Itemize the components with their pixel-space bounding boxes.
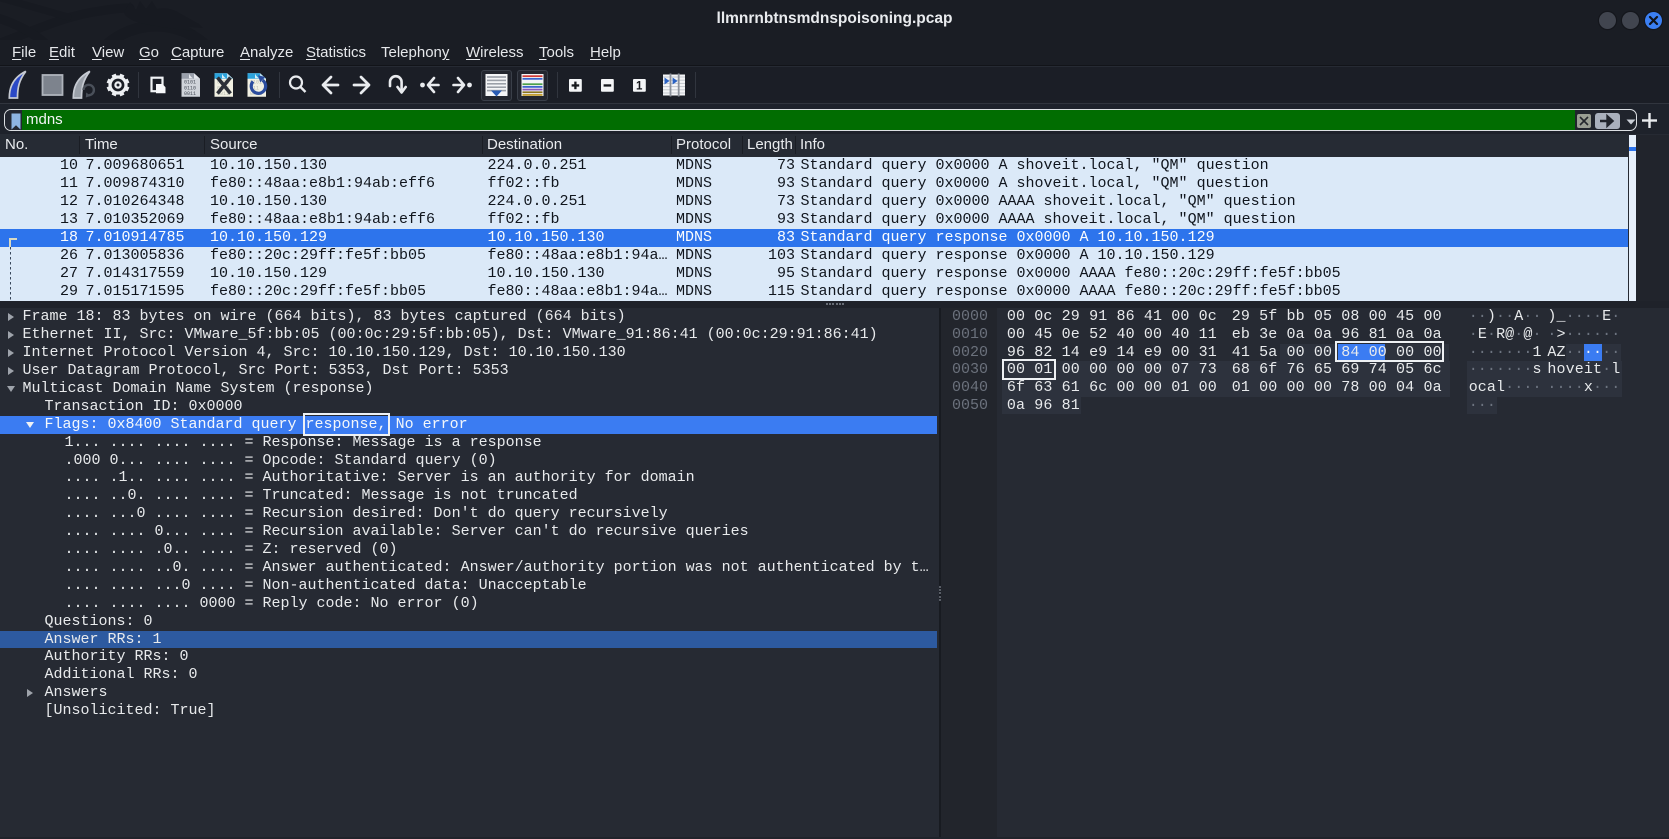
svg-text:1: 1 bbox=[636, 81, 643, 93]
